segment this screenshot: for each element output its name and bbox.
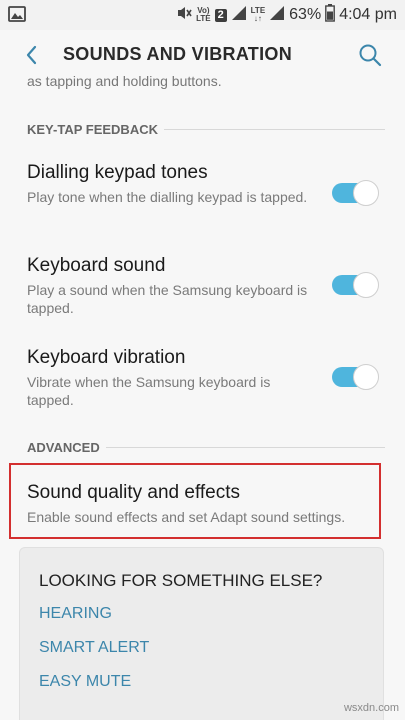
section-label: ADVANCED [27,440,100,455]
mute-icon [176,5,192,26]
card-title: LOOKING FOR SOMETHING ELSE? [39,571,323,590]
battery-icon [325,3,336,27]
setting-title: Sound quality and effects [27,482,241,503]
keyboard-vibration-toggle[interactable] [332,364,379,390]
setting-title: Dialling keypad tones [27,162,208,183]
section-advanced: ADVANCED [27,440,385,455]
divider [163,129,385,130]
dialling-keypad-tones-toggle[interactable] [332,180,379,206]
settings-list: as tapping and holding buttons. KEY-TAP … [0,70,405,720]
divider [105,447,385,448]
watermark: wsxdn.com [343,702,399,714]
setting-title: Keyboard sound [27,255,166,276]
signal-icon [231,5,247,26]
setting-subtitle: Vibrate when the Samsung keyboard is tap… [27,374,271,408]
signal-icon [269,5,285,26]
keyboard-sound-toggle[interactable] [332,272,379,298]
link-smart-alert[interactable]: SMART ALERT [39,639,149,657]
clock: 4:04 pm [339,6,397,23]
back-arrow-icon[interactable] [20,43,44,67]
lte-indicator: LTE ↓↑ [250,6,266,23]
page-title: SOUNDS AND VIBRATION [63,44,293,64]
setting-dialling-keypad-tones[interactable]: Dialling keypad tones Play tone when the… [27,162,317,206]
volte-indicator: Vo) LTE [196,6,211,23]
search-icon[interactable] [357,42,383,68]
setting-sound-quality-and-effects[interactable]: Sound quality and effects Enable sound e… [9,463,381,539]
previous-item-subtitle: as tapping and holding buttons. [27,73,222,89]
setting-keyboard-sound[interactable]: Keyboard sound Play a sound when the Sam… [27,255,317,317]
sim-badge: 2 [214,8,227,22]
battery-percent: 63% [289,6,322,23]
setting-keyboard-vibration[interactable]: Keyboard vibration Vibrate when the Sams… [27,347,317,409]
status-bar: Vo) LTE 2 LTE ↓↑ 63% 4:04 pm [0,0,405,30]
setting-subtitle: Play a sound when the Samsung keyboard i… [27,282,308,316]
section-key-tap-feedback: KEY-TAP FEEDBACK [27,122,385,137]
link-easy-mute[interactable]: EASY MUTE [39,673,131,691]
link-hearing[interactable]: HEARING [39,605,112,623]
image-icon [8,6,26,27]
looking-for-something-else-card: LOOKING FOR SOMETHING ELSE? HEARING SMAR… [19,547,384,720]
setting-subtitle: Play tone when the dialling keypad is ta… [27,189,308,205]
setting-title: Keyboard vibration [27,347,186,368]
section-label: KEY-TAP FEEDBACK [27,122,158,137]
setting-subtitle: Enable sound effects and set Adapt sound… [27,509,346,525]
